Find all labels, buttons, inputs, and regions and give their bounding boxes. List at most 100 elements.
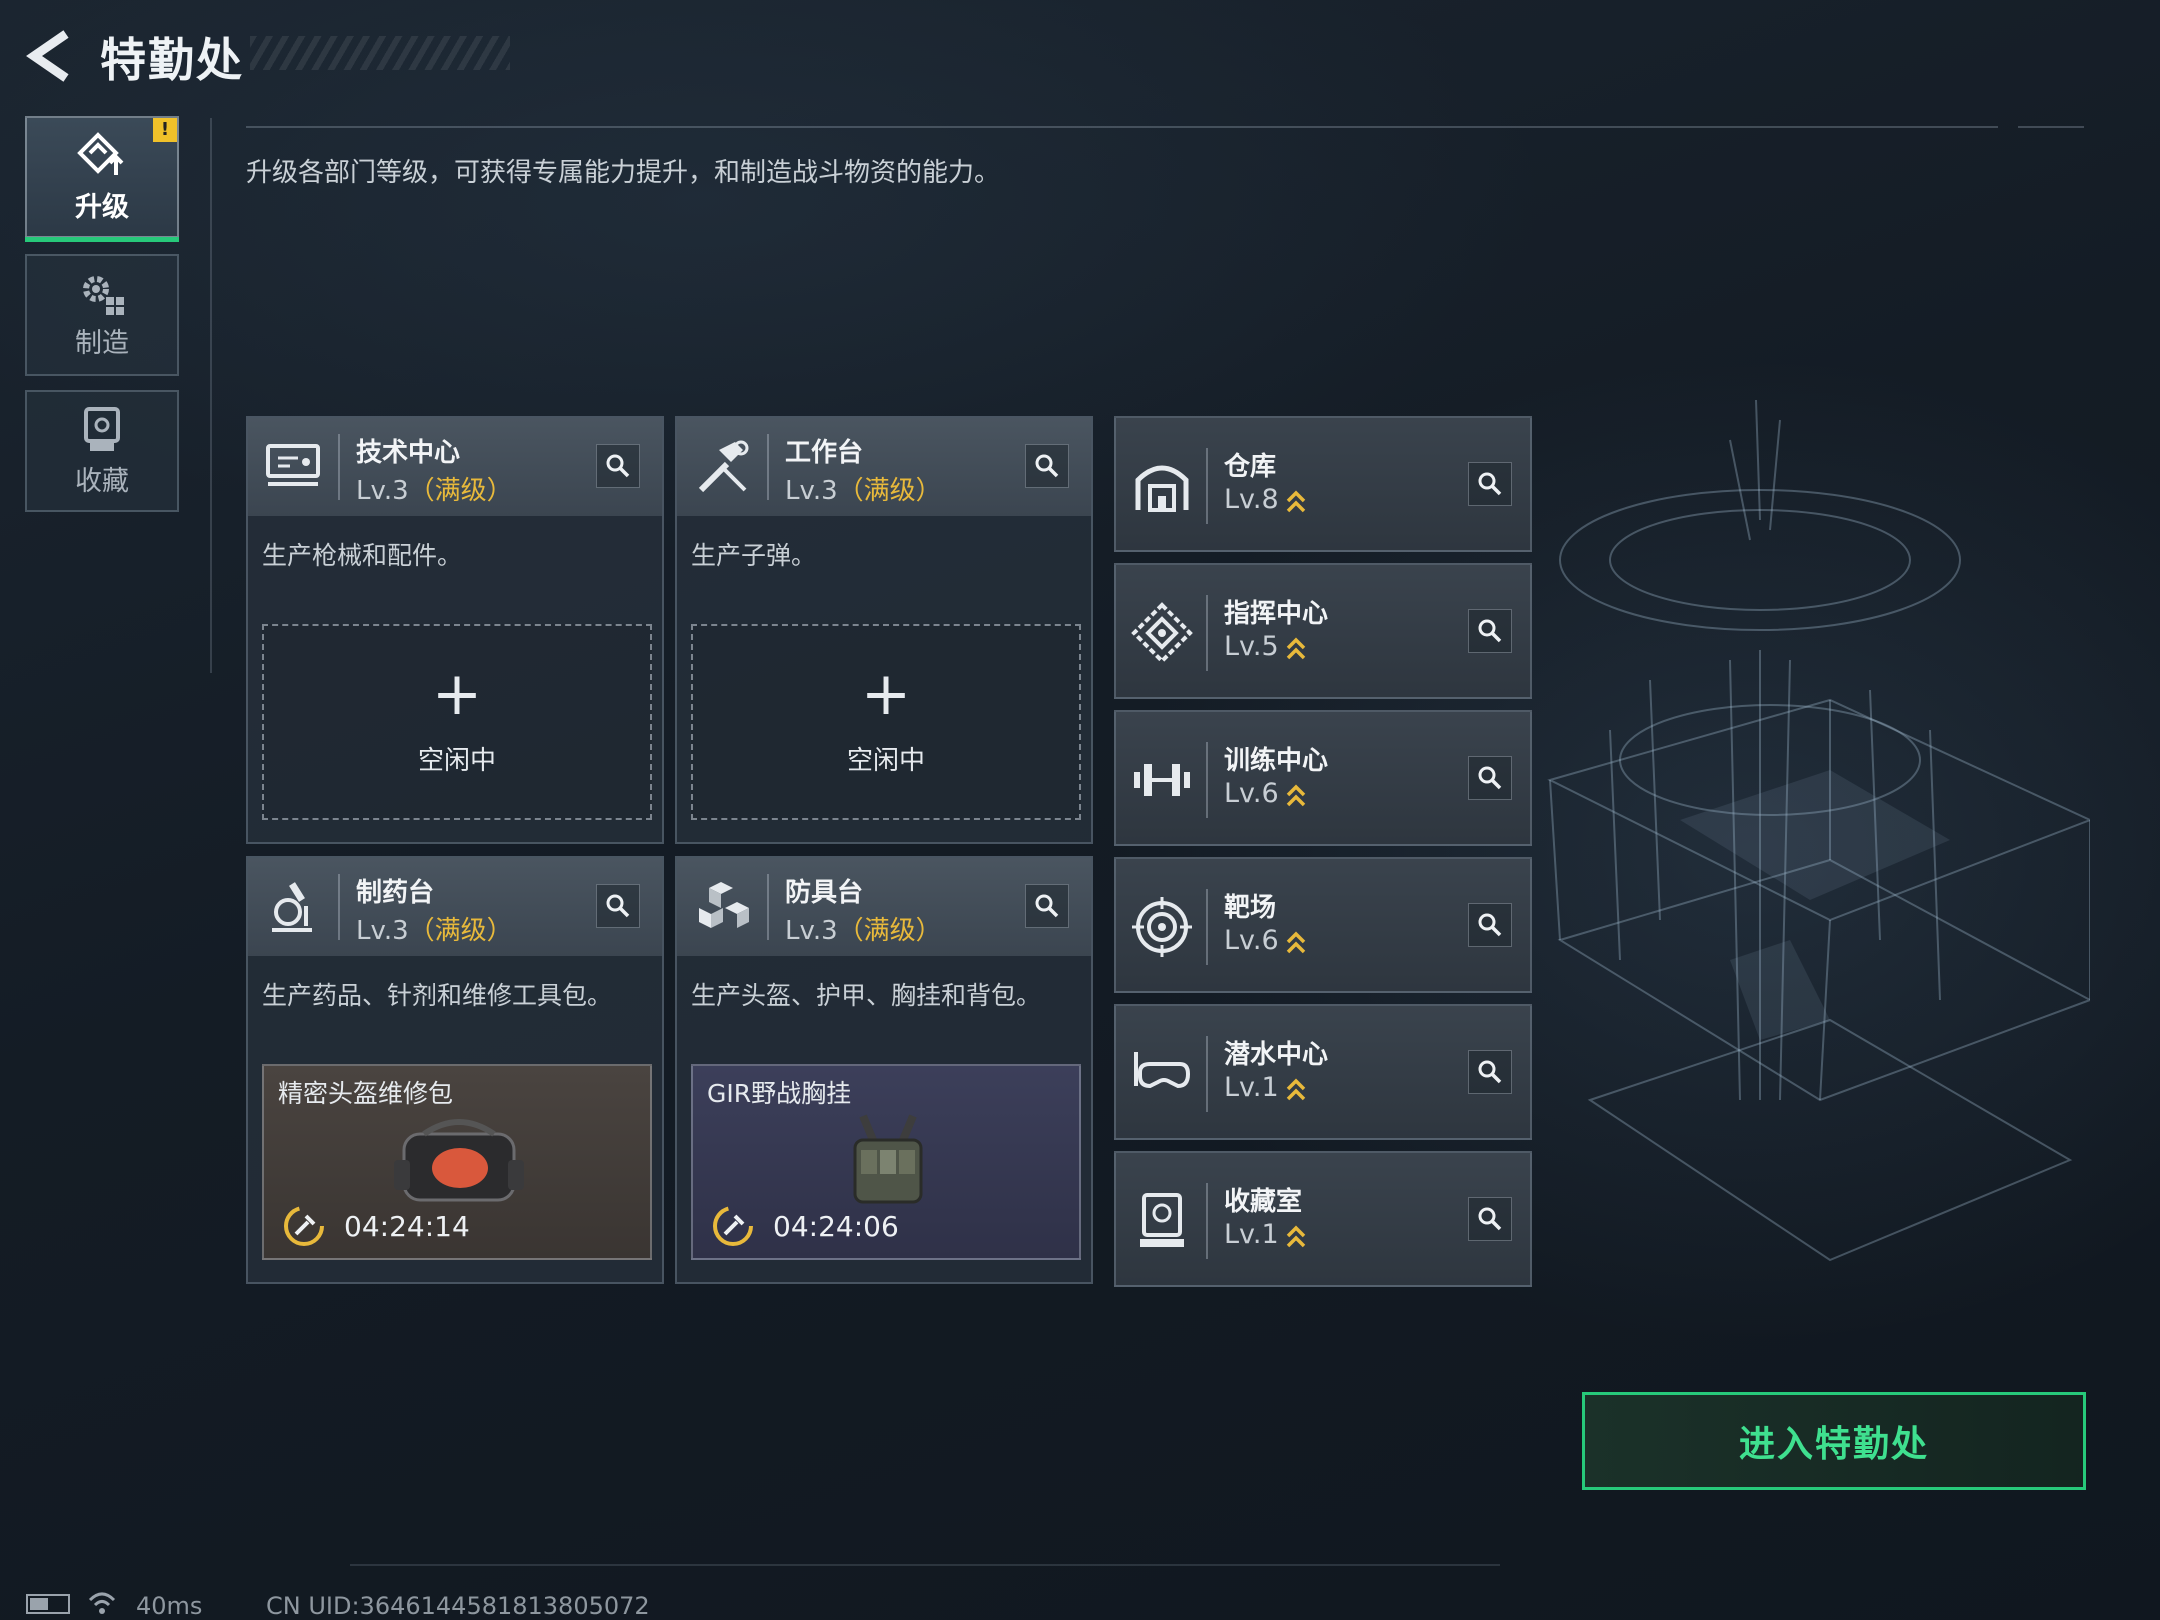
inspect-button[interactable] [1025, 444, 1069, 488]
repair-kit-bag-image [394, 1119, 524, 1202]
tab-craft[interactable]: 制造 [25, 254, 179, 376]
facility-warehouse[interactable]: 仓库 Lv.8 [1114, 416, 1532, 552]
divider [1206, 595, 1208, 671]
workbench-name: 工作台 [785, 438, 864, 468]
ping-readout: 40ms [136, 1592, 203, 1620]
facility-level: Lv.6 [1224, 778, 1307, 809]
facility-name: 训练中心 [1224, 746, 1329, 776]
search-icon [1478, 1060, 1502, 1084]
headquarters-structure-illustration [1547, 400, 2090, 1262]
display-case-icon [1140, 1193, 1184, 1247]
gears-icon [83, 275, 124, 315]
facility-level: Lv.6 [1224, 925, 1307, 956]
inspect-button[interactable] [596, 884, 640, 928]
divider [246, 126, 1998, 128]
enter-special-ops-button[interactable]: 进入特勤处 [1582, 1392, 2086, 1490]
crafting-item-name: GIR野战胸挂 [707, 1079, 852, 1108]
divider [1206, 889, 1208, 965]
facility-name: 潜水中心 [1224, 1040, 1329, 1070]
tab-craft-label: 制造 [75, 327, 129, 359]
crafting-timer-icon [284, 1206, 324, 1246]
upgrade-icon [77, 131, 124, 175]
workbench-card-armor[interactable]: 防具台 Lv.3（满级） 生产头盔、护甲、胸挂和背包。 GIR野战胸挂 04:2… [675, 856, 1093, 1284]
inspect-button[interactable] [1468, 609, 1512, 653]
production-slot-idle[interactable]: + 空闲中 [262, 624, 652, 820]
facility-name: 收藏室 [1224, 1187, 1303, 1217]
search-icon [1478, 472, 1502, 496]
tab-collection[interactable]: 收藏 [25, 390, 179, 512]
divider [210, 118, 212, 673]
computer-icon [266, 444, 320, 486]
facility-name: 仓库 [1224, 452, 1277, 482]
search-icon [606, 894, 630, 918]
divider [350, 1564, 1500, 1566]
facility-command-center[interactable]: 指挥中心 Lv.5 [1114, 563, 1532, 699]
inspect-button[interactable] [1468, 903, 1512, 947]
dumbbell-icon [1134, 764, 1190, 796]
production-slot-crafting[interactable]: 精密头盔维修包 04:24:14 [262, 1064, 652, 1260]
search-icon [1478, 913, 1502, 937]
add-icon: + [431, 659, 483, 729]
facility-diving-center[interactable]: 潜水中心 Lv.1 [1114, 1004, 1532, 1140]
divider [1206, 448, 1208, 524]
facility-shooting-range[interactable]: 靶场 Lv.6 [1114, 857, 1532, 993]
divider [767, 874, 769, 940]
divider [1206, 1183, 1208, 1259]
alert-badge: ! [153, 118, 177, 142]
slot-status: 空闲中 [417, 746, 496, 776]
divider [338, 434, 340, 500]
upgrade-chevron-icon [1286, 1225, 1305, 1247]
inspect-button[interactable] [596, 444, 640, 488]
facility-level: Lv.5 [1224, 631, 1307, 662]
upgrade-chevron-icon [1286, 490, 1305, 512]
facility-level: Lv.1 [1224, 1219, 1307, 1250]
search-icon [1478, 1207, 1502, 1231]
card-header: 防具台 Lv.3（满级） [677, 858, 1091, 956]
page-description: 升级各部门等级，可获得专属能力提升，和制造战斗物资的能力。 [246, 158, 1001, 188]
workbench-level: Lv.3（满级） [356, 916, 513, 946]
card-header: 技术中心 Lv.3（满级） [248, 418, 662, 516]
page-title: 特勤处 [100, 33, 244, 87]
production-slot-crafting[interactable]: GIR野战胸挂 04:24:06 [691, 1064, 1081, 1260]
production-slot-idle[interactable]: + 空闲中 [691, 624, 1081, 820]
max-level-tag: （满级） [408, 476, 513, 506]
inspect-button[interactable] [1025, 884, 1069, 928]
workbench-description: 生产枪械和配件。 [262, 541, 463, 570]
search-icon [1478, 766, 1502, 790]
battery-icon [26, 1594, 70, 1614]
workbench-name: 制药台 [356, 878, 435, 908]
workbench-description: 生产药品、针剂和维修工具包。 [262, 981, 613, 1010]
collection-icon [84, 406, 120, 451]
microscope-icon [272, 882, 312, 932]
upgrade-chevron-icon [1286, 637, 1305, 659]
divider [1206, 742, 1208, 818]
upgrade-chevron-icon [1286, 1078, 1305, 1100]
inspect-button[interactable] [1468, 462, 1512, 506]
divider [2018, 126, 2084, 128]
facility-level: Lv.1 [1224, 1072, 1307, 1103]
workbench-level: Lv.3（满级） [356, 476, 513, 506]
tab-upgrade[interactable]: ! 升级 [25, 116, 179, 242]
cubes-icon [699, 882, 749, 928]
max-level-tag: （满级） [837, 476, 942, 506]
workbench-card-workbench[interactable]: 工作台 Lv.3（满级） 生产子弹。 + 空闲中 [675, 416, 1093, 844]
back-button[interactable] [22, 26, 78, 86]
facility-level: Lv.8 [1224, 484, 1307, 515]
workbench-description: 生产头盔、护甲、胸挂和背包。 [691, 981, 1042, 1010]
crafting-timer-icon [713, 1206, 753, 1246]
facility-collection-room[interactable]: 收藏室 Lv.1 [1114, 1151, 1532, 1287]
workbench-level: Lv.3（满级） [785, 476, 942, 506]
command-icon [1131, 602, 1193, 664]
search-icon [1035, 894, 1059, 918]
inspect-button[interactable] [1468, 1197, 1512, 1241]
facility-name: 指挥中心 [1224, 599, 1329, 629]
workbench-card-pharmacy[interactable]: 制药台 Lv.3（满级） 生产药品、针剂和维修工具包。 精密头盔维修包 04:2… [246, 856, 664, 1284]
workbench-card-tech-center[interactable]: 技术中心 Lv.3（满级） 生产枪械和配件。 + 空闲中 [246, 416, 664, 844]
crafting-item-name: 精密头盔维修包 [278, 1079, 454, 1108]
user-uid: CN UID:3646144581813805072 [266, 1592, 650, 1620]
inspect-button[interactable] [1468, 756, 1512, 800]
inspect-button[interactable] [1468, 1050, 1512, 1094]
facility-training-center[interactable]: 训练中心 Lv.6 [1114, 710, 1532, 846]
search-icon [606, 454, 630, 478]
workbench-name: 防具台 [785, 878, 864, 908]
